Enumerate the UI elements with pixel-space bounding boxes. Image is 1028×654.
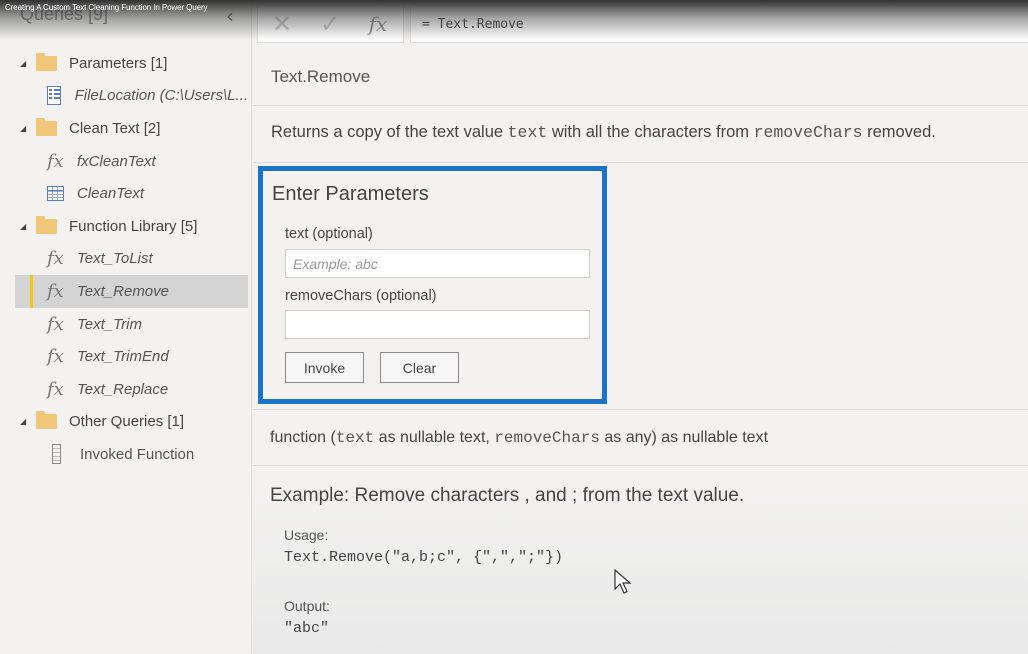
signature-text: as nullable text, xyxy=(374,429,495,446)
query-item-text-trim[interactable]: fx Text_Trim xyxy=(0,308,248,341)
query-item-fxcleantext[interactable]: fx fxCleanText xyxy=(0,145,248,178)
group-label: Parameters [1] xyxy=(69,54,168,72)
removechars-param-input[interactable] xyxy=(285,310,590,339)
cancel-button[interactable]: ✕ xyxy=(258,10,306,38)
group-label: Other Queries [1] xyxy=(69,413,185,431)
query-item-invoked-function[interactable]: Invoked Function xyxy=(0,438,248,471)
query-label: Text_ToList xyxy=(77,250,153,268)
fx-icon: fx xyxy=(47,280,64,302)
fx-icon: fx xyxy=(47,248,64,270)
collapse-pane-button[interactable]: ‹ xyxy=(226,4,234,28)
description-code: text xyxy=(507,123,548,142)
signature-text: as any) as nullable text xyxy=(599,429,769,446)
group-label: Clean Text [2] xyxy=(69,119,161,137)
description-code: removeChars xyxy=(753,123,863,142)
text-param-label: text (optional) xyxy=(285,226,373,242)
query-label: fxCleanText xyxy=(77,152,156,170)
queries-pane: Queries [9] ‹ ◢ Parameters [1] FileLocat… xyxy=(0,0,252,654)
function-signature: function (text as nullable text, removeC… xyxy=(253,409,1028,466)
expand-triangle-icon[interactable]: ◢ xyxy=(20,124,30,133)
folder-icon xyxy=(36,117,57,136)
commit-button[interactable]: ✓ xyxy=(306,10,354,38)
function-name: Text.Remove xyxy=(253,48,1028,106)
description-text: with all the characters from xyxy=(547,123,754,141)
query-item-text-remove[interactable]: fx Text_Remove xyxy=(15,275,248,308)
fx-icon: fx xyxy=(47,378,64,400)
query-label: FileLocation (C:\Users\L... xyxy=(74,87,248,105)
mouse-cursor-icon xyxy=(614,569,632,594)
expand-triangle-icon[interactable]: ◢ xyxy=(20,417,30,426)
list-icon xyxy=(52,444,61,465)
signature-code: removeChars xyxy=(494,429,600,447)
query-item-text-replace[interactable]: fx Text_Replace xyxy=(0,373,248,406)
query-label: Text_Trim xyxy=(77,315,143,333)
query-item-text-tolist[interactable]: fx Text_ToList xyxy=(0,243,248,276)
group-other-queries[interactable]: ◢ Other Queries [1] xyxy=(0,406,248,439)
fx-icon: fx xyxy=(47,150,64,172)
insert-function-button[interactable]: fx xyxy=(354,12,402,36)
function-description: Returns a copy of the text value text wi… xyxy=(253,107,1028,163)
example-title: Example: Remove characters , and ; from … xyxy=(270,485,745,506)
usage-code: Text.Remove("a,b;c", {",",";"}) xyxy=(284,549,564,566)
query-label: Text_Replace xyxy=(77,380,169,398)
function-details-pane: ✕ ✓ fx = Text.Remove Text.Remove Returns… xyxy=(253,0,1028,654)
query-item-cleantext[interactable]: CleanText xyxy=(0,177,248,210)
table-icon xyxy=(47,186,64,202)
group-label: Function Library [5] xyxy=(69,217,198,235)
formula-input[interactable]: = Text.Remove xyxy=(410,5,1028,43)
group-parameters[interactable]: ◢ Parameters [1] xyxy=(0,47,248,80)
output-code: "abc" xyxy=(284,620,330,637)
group-function-library[interactable]: ◢ Function Library [5] xyxy=(0,210,248,243)
signature-text: function ( xyxy=(270,429,336,446)
removechars-param-label: removeChars (optional) xyxy=(285,288,437,304)
text-param-input[interactable] xyxy=(285,249,590,278)
output-label: Output: xyxy=(284,598,330,614)
query-label: CleanText xyxy=(77,185,144,203)
description-text: Returns a copy of the text value xyxy=(271,123,508,141)
query-label: Text_TrimEnd xyxy=(77,348,169,366)
description-text: removed. xyxy=(862,123,936,141)
chevron-left-icon: ‹ xyxy=(226,4,234,28)
enter-parameters-panel: Enter Parameters text (optional) removeC… xyxy=(258,166,607,404)
expand-triangle-icon[interactable]: ◢ xyxy=(20,59,30,68)
query-item-text-trimend[interactable]: fx Text_TrimEnd xyxy=(0,340,248,373)
query-item-filelocation[interactable]: FileLocation (C:\Users\L... xyxy=(0,80,248,113)
signature-code: text xyxy=(335,429,375,447)
group-clean-text[interactable]: ◢ Clean Text [2] xyxy=(0,112,248,145)
query-label: Text_Remove xyxy=(77,282,169,300)
folder-icon xyxy=(36,52,57,71)
formula-bar: ✕ ✓ fx = Text.Remove xyxy=(257,5,1028,43)
power-query-editor: Creating A Custom Text Cleaning Function… xyxy=(0,0,1028,654)
query-label: Invoked Function xyxy=(80,445,195,463)
folder-icon xyxy=(36,215,57,234)
parameter-icon xyxy=(47,86,61,106)
expand-triangle-icon[interactable]: ◢ xyxy=(20,222,30,231)
fx-icon: fx xyxy=(47,313,64,335)
example-section: Example: Remove characters , and ; from … xyxy=(253,467,1028,654)
fx-icon: fx xyxy=(47,346,64,368)
enter-parameters-title: Enter Parameters xyxy=(272,183,429,205)
video-title: Creating A Custom Text Cleaning Function… xyxy=(5,3,208,12)
invoke-button[interactable]: Invoke xyxy=(285,352,364,383)
formula-bar-buttons: ✕ ✓ fx xyxy=(257,5,404,43)
usage-label: Usage: xyxy=(284,527,329,543)
clear-button[interactable]: Clear xyxy=(380,352,459,383)
folder-icon xyxy=(36,411,57,430)
query-tree: ◢ Parameters [1] FileLocation (C:\Users\… xyxy=(0,47,248,471)
